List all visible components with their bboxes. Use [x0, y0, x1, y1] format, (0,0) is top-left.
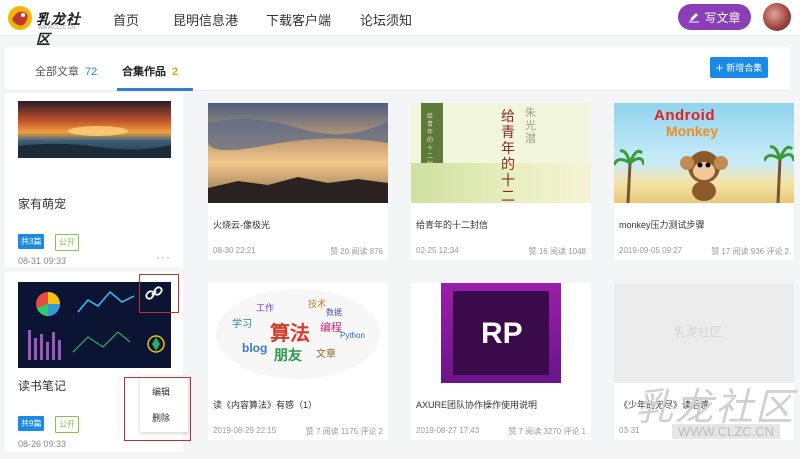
article-date: 2019-09-05 09:27	[619, 246, 683, 255]
watermark-url: WWW.CLZC.CN	[672, 424, 781, 439]
nav-home[interactable]: 首页	[113, 10, 139, 29]
burning-clouds-image	[208, 103, 388, 203]
article-card[interactable]: 火烧云-像极光 08-30 22:21 赞 20 阅读 876	[208, 103, 388, 260]
article-title[interactable]: monkey压力测试步骤	[619, 218, 705, 231]
article-stats: 赞 7 阅读 1175 评论 2	[305, 427, 383, 436]
top-header: 乳龙社区 WWW.CLZC.CN 首页 昆明信息港 下载客户端 论坛须知 写文章	[0, 0, 800, 48]
user-avatar[interactable]	[763, 3, 791, 31]
collection-date: 08-26 09:33	[18, 439, 67, 449]
android-monkey-image: Android Monkey	[614, 103, 794, 203]
palm-tree-icon	[614, 149, 644, 203]
collection-title[interactable]: 家有萌宠	[18, 195, 66, 212]
collection-card[interactable]: 家有萌宠 共3篇 公开 08-31 09:33 ···	[5, 93, 183, 267]
collection-date: 08-31 09:33	[18, 256, 67, 266]
axure-rp-image: RP	[411, 283, 591, 383]
article-title[interactable]: 火烧云-像极光	[213, 218, 270, 231]
article-count-badge: 共9篇	[18, 416, 45, 431]
article-date: 02-25 12:34	[416, 246, 459, 255]
placeholder-image: 乳龙社区	[614, 283, 794, 383]
palm-tree-icon	[764, 145, 794, 203]
pencil-icon	[689, 13, 700, 23]
tab-collections[interactable]: 合集作品 2	[122, 63, 178, 79]
nav-forum-rules[interactable]: 论坛须知	[360, 10, 412, 29]
article-date: 08-30 22:21	[213, 246, 256, 255]
article-date: 2019-08-27 17:43	[416, 426, 480, 435]
logo-url: WWW.CLZC.CN	[38, 25, 75, 31]
collection-title[interactable]: 读书笔记	[18, 377, 66, 394]
article-stats: 赞 7 阅读 3270 评论 1	[508, 427, 586, 436]
article-stats: 赞 16 阅读 1048	[528, 247, 586, 256]
dragon-logo-icon	[8, 6, 32, 30]
tab-all-articles[interactable]: 全部文章 72	[35, 63, 97, 79]
highlight-box	[124, 377, 191, 441]
article-stats: 赞 17 阅读 936 评论 2	[711, 247, 789, 256]
write-article-label: 写文章	[704, 10, 741, 25]
article-card[interactable]: RP AXURE团队协作操作使用说明 2019-08-27 17:43 赞 7 …	[411, 283, 591, 440]
tabs-bar: 全部文章 72 合集作品 2	[5, 47, 790, 91]
placeholder-logo-text: 乳龙社区	[674, 325, 723, 339]
link-icon[interactable]	[144, 283, 164, 303]
article-date: 2019-08-29 22:15	[213, 426, 277, 435]
tab-all-articles-label: 全部文章	[35, 66, 79, 78]
article-stats: 赞 20 阅读 876	[330, 247, 383, 256]
word-cloud-main-word: 算法	[270, 323, 310, 345]
site-logo[interactable]: 乳龙社区 WWW.CLZC.CN	[6, 4, 82, 48]
article-title[interactable]: 读《内容算法》有感（1）	[213, 398, 317, 411]
visibility-badge: 公开	[55, 416, 79, 433]
nav-kunming-info[interactable]: 昆明信息港	[173, 10, 238, 29]
visibility-badge: 公开	[55, 234, 79, 251]
book-cover-author: 朱光潜	[525, 107, 536, 145]
plus-icon: +	[715, 60, 724, 75]
new-collection-button[interactable]: + 新增合集	[710, 57, 768, 78]
monkey-text: Monkey	[666, 123, 719, 139]
more-options-icon[interactable]: ···	[156, 250, 171, 264]
article-card[interactable]: 给青年的十二封信 给青年的十二封信 朱光潜 给青年的十二封信 02-25 12:…	[411, 103, 591, 260]
sunset-sea-image	[18, 101, 171, 158]
article-title[interactable]: AXURE团队协作操作使用说明	[416, 398, 537, 411]
book-cover-title: 给青年的十二封信	[501, 109, 515, 203]
active-tab-indicator	[117, 88, 193, 91]
rp-logo-text: RP	[481, 317, 523, 350]
article-card[interactable]: Android Monkey monkey压力测试步骤 2019-09-05 0…	[614, 103, 794, 260]
watermark-text: 乳龙社区	[635, 385, 796, 429]
new-collection-label: 新增合集	[726, 63, 763, 73]
tab-collections-label: 合集作品	[122, 66, 166, 78]
article-card[interactable]: 算法 blog 朋友 工作 技术 学习 编程 数据 文章 Python 读《内容…	[208, 283, 388, 440]
article-title[interactable]: 给青年的十二封信	[416, 218, 488, 231]
article-count-badge: 共3篇	[18, 234, 45, 249]
tab-collections-count: 2	[172, 66, 179, 78]
book-cover-image: 给青年的十二封信 给青年的十二封信 朱光潜	[411, 103, 591, 203]
word-cloud-image: 算法 blog 朋友 工作 技术 学习 编程 数据 文章 Python	[208, 283, 388, 383]
android-text: Android	[654, 107, 715, 124]
monkey-mascot-icon	[680, 151, 728, 201]
nav-download-client[interactable]: 下载客户端	[266, 10, 331, 29]
tab-all-articles-count: 72	[85, 66, 98, 78]
write-article-button[interactable]: 写文章	[678, 4, 751, 30]
